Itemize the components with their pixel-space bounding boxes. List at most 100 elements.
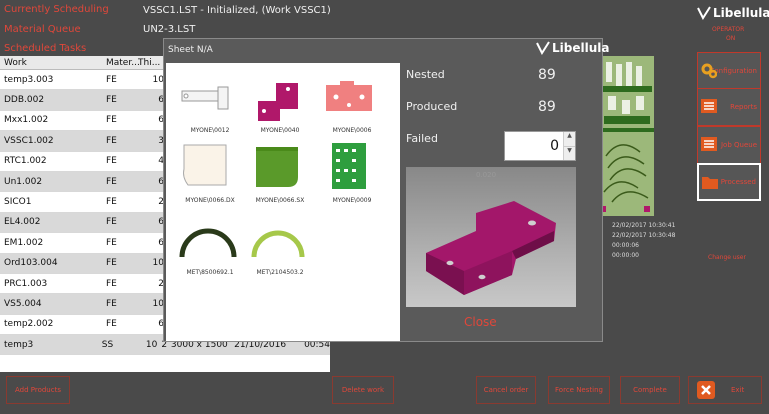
increment-button[interactable]: ▲ — [564, 132, 575, 147]
cell-material: FE — [106, 95, 117, 106]
exit-label: Exit — [731, 386, 745, 394]
cell-material: FE — [106, 237, 117, 248]
processed-label: Processed — [720, 178, 756, 186]
cell-material: FE — [106, 197, 117, 208]
cell-material: FE — [106, 258, 117, 269]
queue-icon — [701, 137, 717, 151]
cell-thickness: 2 — [158, 278, 164, 289]
part-thumbnail[interactable]: MYONE\0006 — [316, 71, 386, 139]
part-label: MYONE\0012 — [190, 127, 230, 134]
cell-material: FE — [106, 319, 117, 330]
exit-button[interactable]: Exit — [688, 376, 762, 404]
reports-button[interactable]: Reports — [697, 88, 761, 126]
cell-work: Ord103.004 — [4, 258, 58, 269]
part-label: MYONE\0066.SX — [255, 197, 305, 204]
job-queue-button[interactable]: Job Queue — [697, 126, 761, 164]
libellula-icon — [536, 41, 550, 55]
cell-thickness: 6 — [158, 237, 164, 248]
cancel-order-button[interactable]: Cancel order — [476, 376, 536, 404]
decrement-button[interactable]: ▼ — [564, 146, 575, 160]
material-queue-label: Material Queue — [4, 24, 81, 35]
parts-thumbnails[interactable]: MYONE\0012 MYONE\0040 MYONE\0006 MYONE\0… — [166, 63, 400, 341]
cell-work: Un1.002 — [4, 176, 43, 187]
cell-thickness: 6 — [158, 115, 164, 126]
complete-button[interactable]: Complete — [620, 376, 680, 404]
cell-thickness: 6 — [158, 95, 164, 106]
folder-icon — [702, 177, 718, 189]
close-button[interactable]: Close — [464, 315, 497, 329]
part-label: MYONE\0006 — [332, 127, 372, 134]
failed-label: Failed — [406, 132, 438, 145]
sheet-preview — [600, 56, 654, 216]
preview-label: 0.020 — [476, 171, 497, 179]
part-image — [258, 83, 298, 121]
cell-thickness: 10 — [152, 258, 164, 269]
cell-thickness: 10 — [152, 74, 164, 85]
cell-thickness: 10 — [145, 339, 158, 350]
part-thumbnail[interactable]: MYONE\0066.SX — [244, 141, 314, 209]
cell-material: FE — [106, 278, 117, 289]
next-job-text: UN2-3.LST — [143, 24, 196, 35]
part-thumbnail[interactable]: MYONE\0012 — [174, 71, 244, 139]
dialog-brand: Libellula — [536, 41, 609, 55]
cell-work: RTC1.002 — [4, 156, 47, 167]
produced-label: Produced — [406, 100, 458, 113]
part-thumbnail[interactable]: MYONE\0009 — [316, 141, 386, 209]
cell-thickness: 6 — [158, 176, 164, 187]
cell-thickness: 6 — [158, 319, 164, 330]
cell-material: FE — [106, 115, 117, 126]
nested-label: Nested — [406, 68, 445, 81]
nesting-preview-graphic — [600, 56, 654, 216]
force-nesting-button[interactable]: Force Nesting — [548, 376, 610, 404]
cell-thickness: 6 — [158, 217, 164, 228]
cell-work: EM1.002 — [4, 237, 44, 248]
part-image — [326, 81, 372, 111]
cell-material: FE — [106, 74, 117, 85]
part-thumbnail[interactable]: MYONE\0040 — [244, 71, 314, 139]
cell-thickness: 2 — [158, 197, 164, 208]
part-label: MYONE\0009 — [332, 197, 372, 204]
brand-name: Libellula — [713, 6, 769, 20]
part-thumbnail[interactable]: MET\8500692.1 — [174, 213, 244, 281]
part-thumbnail[interactable]: MET\2104503.2 — [244, 213, 314, 281]
part-thumbnail[interactable]: MYONE\0066.DX — [174, 141, 244, 209]
cell-work: temp3.003 — [4, 74, 54, 85]
cell-material: FE — [106, 217, 117, 228]
part-image — [179, 228, 237, 258]
processed-button[interactable]: Processed — [697, 163, 761, 201]
cell-work: SICO1 — [4, 197, 32, 208]
job-queue-label: Job Queue — [720, 141, 757, 149]
currently-scheduling-label: Currently Scheduling — [4, 4, 109, 15]
sheet-wait: 00:00:00 — [612, 252, 639, 259]
failed-stepper[interactable]: 0 ▲ ▼ — [504, 131, 576, 161]
list-icon — [701, 99, 717, 113]
delete-work-button[interactable]: Delete work — [332, 376, 394, 404]
part-image — [183, 144, 227, 186]
part-label: MYONE\0066.DX — [185, 197, 235, 204]
configuration-button[interactable]: Configuration — [697, 52, 761, 90]
cell-work: DDB.002 — [4, 95, 45, 106]
col-thickness[interactable]: Thi... — [138, 58, 166, 68]
part-label: MYONE\0040 — [260, 127, 300, 134]
cell-material: FE — [106, 135, 117, 146]
cell-material: SS — [101, 339, 114, 350]
close-icon — [697, 381, 715, 399]
cell-thickness: 10 — [152, 298, 164, 309]
change-user-link[interactable]: Change user — [708, 254, 746, 261]
cell-material: FE — [106, 176, 117, 187]
scheduled-tasks-label: Scheduled Tasks — [4, 43, 87, 54]
cell-work: EL4.002 — [4, 217, 41, 228]
cell-work: PRC1.003 — [4, 278, 48, 289]
col-work[interactable]: Work — [0, 58, 106, 68]
sheet-start-time: 22/02/2017 10:30:41 — [612, 222, 676, 229]
gears-icon — [701, 63, 717, 79]
cell-work: Mxx1.002 — [4, 115, 49, 126]
cell-work: temp2.002 — [4, 319, 54, 330]
part-3d-preview: 0.020 — [406, 167, 576, 307]
col-material[interactable]: Mater... — [106, 58, 140, 68]
add-products-button[interactable]: Add Products — [6, 376, 70, 404]
part-label: MET\2104503.2 — [256, 269, 304, 276]
dialog-brand-name: Libellula — [552, 41, 610, 55]
failed-value[interactable]: 0 — [505, 132, 563, 160]
part-image — [332, 143, 366, 189]
